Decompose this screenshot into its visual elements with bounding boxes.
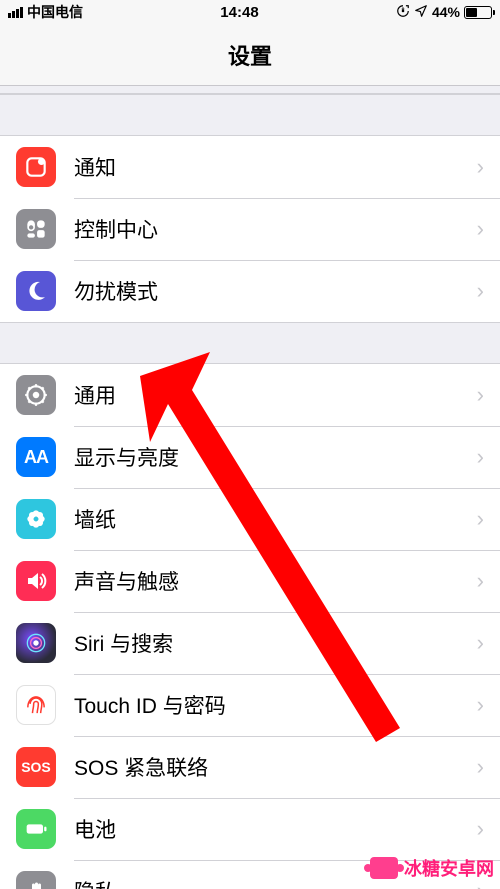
status-bar: 中国电信 14:48 44% [0, 0, 500, 24]
gear-icon [16, 375, 56, 415]
row-label: Touch ID 与密码 [74, 690, 477, 720]
row-label: 通用 [74, 380, 477, 410]
row-label: 勿扰模式 [74, 276, 477, 306]
chevron-right-icon: › [477, 692, 484, 718]
orientation-lock-icon [396, 4, 410, 21]
chevron-right-icon: › [477, 754, 484, 780]
battery-icon [464, 6, 492, 19]
chevron-right-icon: › [477, 382, 484, 408]
row-label: 电池 [74, 814, 477, 844]
row-display[interactable]: AA 显示与亮度 › [0, 426, 500, 488]
section-gap [0, 86, 500, 94]
chevron-right-icon: › [477, 630, 484, 656]
status-left: 中国电信 [8, 2, 83, 22]
section-gap [0, 322, 500, 364]
row-label: Siri 与搜索 [74, 628, 477, 658]
chevron-right-icon: › [477, 278, 484, 304]
row-label: 墙纸 [74, 504, 477, 534]
signal-icon [8, 7, 23, 18]
status-right: 44% [396, 4, 492, 21]
status-time: 14:48 [220, 4, 258, 21]
settings-group-1: 通知 › 控制中心 › 勿扰模式 › [0, 136, 500, 322]
siri-icon [16, 623, 56, 663]
chevron-right-icon: › [477, 568, 484, 594]
row-label: 控制中心 [74, 214, 477, 244]
text-size-icon: AA [16, 437, 56, 477]
sos-icon: SOS [16, 747, 56, 787]
location-icon [414, 4, 428, 21]
row-sounds[interactable]: 声音与触感 › [0, 550, 500, 612]
battery-pct: 44% [432, 4, 460, 20]
speaker-icon [16, 561, 56, 601]
row-label: 声音与触感 [74, 566, 477, 596]
watermark-text: 冰糖安卓网 [404, 855, 494, 881]
battery-icon [16, 809, 56, 849]
control-center-icon [16, 209, 56, 249]
page-title: 设置 [228, 39, 272, 71]
nav-bar: 设置 [0, 24, 500, 86]
row-notifications[interactable]: 通知 › [0, 136, 500, 198]
notifications-icon [16, 147, 56, 187]
row-siri[interactable]: Siri 与搜索 › [0, 612, 500, 674]
chevron-right-icon: › [477, 816, 484, 842]
settings-group-2: 通用 › AA 显示与亮度 › 墙纸 › 声音与触感 › Siri 与搜索 › … [0, 364, 500, 889]
row-dnd[interactable]: 勿扰模式 › [0, 260, 500, 322]
watermark: 冰糖安卓网 [370, 855, 494, 881]
section-gap [0, 94, 500, 136]
row-sos[interactable]: SOS SOS 紧急联络 › [0, 736, 500, 798]
row-battery[interactable]: 电池 › [0, 798, 500, 860]
flower-icon [16, 499, 56, 539]
chevron-right-icon: › [477, 444, 484, 470]
row-label: 通知 [74, 152, 477, 182]
chevron-right-icon: › [477, 154, 484, 180]
row-label: 显示与亮度 [74, 442, 477, 472]
carrier-label: 中国电信 [27, 2, 83, 22]
row-touchid[interactable]: Touch ID 与密码 › [0, 674, 500, 736]
row-label: SOS 紧急联络 [74, 752, 477, 782]
row-general[interactable]: 通用 › [0, 364, 500, 426]
moon-icon [16, 271, 56, 311]
chevron-right-icon: › [477, 216, 484, 242]
hand-icon [16, 871, 56, 889]
chevron-right-icon: › [477, 506, 484, 532]
row-wallpaper[interactable]: 墙纸 › [0, 488, 500, 550]
row-control-center[interactable]: 控制中心 › [0, 198, 500, 260]
fingerprint-icon [16, 685, 56, 725]
watermark-logo-icon [370, 857, 398, 879]
